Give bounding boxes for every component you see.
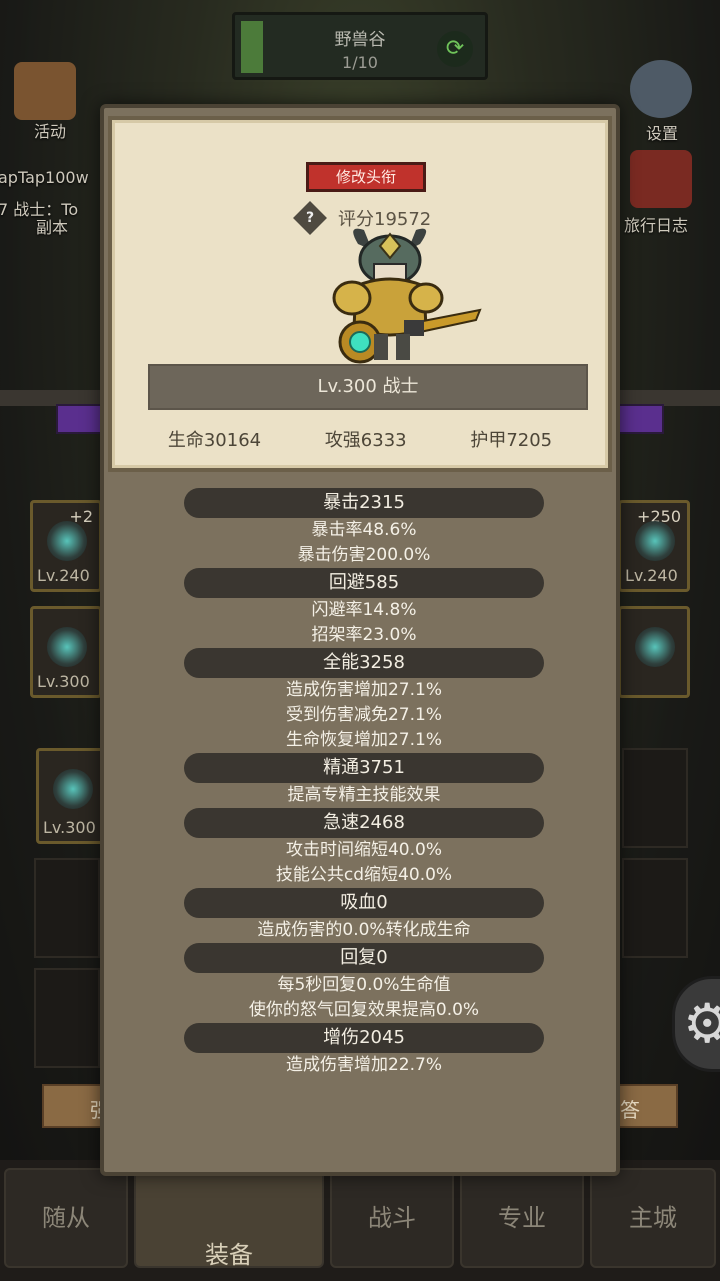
settings-icon[interactable] <box>630 60 692 118</box>
stat-header: 全能3258 <box>184 648 544 678</box>
equip-slot[interactable]: Lv.300 <box>36 748 108 844</box>
equip-slot[interactable]: Lv.300 <box>30 606 102 698</box>
slot-level: Lv.300 <box>37 672 90 691</box>
stat-header: 增伤2045 <box>184 1023 544 1053</box>
stone-icon <box>635 627 675 667</box>
stat-group-damage-bonus: 增伤2045 造成伤害增加22.7% <box>104 1023 624 1078</box>
stat-header: 精通3751 <box>184 753 544 783</box>
stat-line: 使你的怒气回复效果提高0.0% <box>248 1000 480 1020</box>
stat-line: 提高专精主技能效果 <box>287 785 441 805</box>
stat-group-versatility: 全能3258 造成伤害增加27.1% 受到伤害减免27.1% 生命恢复增加27.… <box>104 648 624 753</box>
stat-line: 每5秒回复0.0%生命值 <box>277 975 451 995</box>
tab-battle[interactable]: 战斗 <box>330 1168 454 1268</box>
side-text-1: apTap100w <box>0 168 89 187</box>
stat-line: 造成伤害增加27.1% <box>285 680 442 700</box>
tab-main-city[interactable]: 主城 <box>590 1168 716 1268</box>
stat-line: 技能公共cd缩短40.0% <box>275 865 453 885</box>
ring-icon <box>53 769 93 809</box>
base-stats: 生命30164 攻强6333 护甲7205 <box>112 426 608 452</box>
attack-stat: 攻强6333 <box>324 430 407 451</box>
warrior-portrait <box>332 228 482 364</box>
stat-header: 回复0 <box>184 943 544 973</box>
equip-slot[interactable]: +250 Lv.240 <box>618 500 690 592</box>
answer-button[interactable]: 答 <box>618 1084 678 1128</box>
stat-line: 造成伤害的0.0%转化成生命 <box>257 920 471 940</box>
slot-level: Lv.300 <box>43 818 96 837</box>
stat-header: 暴击2315 <box>184 488 544 518</box>
stat-group-regen: 回复0 每5秒回复0.0%生命值 使你的怒气回复效果提高0.0% <box>104 943 624 1023</box>
stat-line: 招架率23.0% <box>311 625 417 645</box>
stat-header: 回避585 <box>184 568 544 598</box>
stat-header: 急速2468 <box>184 808 544 838</box>
inventory-cell[interactable] <box>622 748 688 848</box>
stat-line: 攻击时间缩短40.0% <box>285 840 442 860</box>
inventory-cell[interactable] <box>34 968 100 1068</box>
stat-group-crit: 暴击2315 暴击率48.6% 暴击伤害200.0% <box>104 488 624 568</box>
refresh-icon[interactable]: ⟳ <box>437 31 473 67</box>
stats-list: 暴击2315 暴击率48.6% 暴击伤害200.0% 回避585 闪避率14.8… <box>104 488 624 1078</box>
stat-group-lifesteal: 吸血0 造成伤害的0.0%转化成生命 <box>104 888 624 943</box>
journal-label: 旅行日志 <box>624 216 689 235</box>
activity-icon[interactable] <box>14 62 76 120</box>
armor-stat: 护甲7205 <box>470 430 553 451</box>
hero-stats-modal: 修改头衔 ? 评分19572 Lv.300 战士 生命30164 攻强6333 … <box>100 104 620 1176</box>
tab-followers[interactable]: 随从 <box>4 1168 128 1268</box>
stat-line: 造成伤害增加22.7% <box>285 1055 442 1075</box>
dungeon-label: 副本 <box>36 218 69 237</box>
hero-name-bar: Lv.300 战士 <box>148 364 588 410</box>
hp-stat: 生命30164 <box>167 430 262 451</box>
inventory-cell[interactable] <box>34 858 100 958</box>
inventory-cell[interactable] <box>622 858 688 958</box>
stat-line: 闪避率14.8% <box>311 600 417 620</box>
hero-card: 修改头衔 ? 评分19572 Lv.300 战士 生命30164 攻强6333 … <box>108 116 612 472</box>
bottom-nav: 随从 装备 战斗 专业 主城 <box>0 1160 720 1281</box>
equip-slot[interactable]: +2 Lv.240 <box>30 500 102 592</box>
answer-label: 答 <box>620 1098 640 1122</box>
stat-line: 暴击伤害200.0% <box>297 545 431 565</box>
tab-profession[interactable]: 专业 <box>460 1168 584 1268</box>
slot-level: Lv.240 <box>625 566 678 585</box>
helmet-icon <box>47 521 87 561</box>
equip-slot[interactable] <box>618 606 690 698</box>
settings-label: 设置 <box>646 124 679 143</box>
edit-title-button[interactable]: 修改头衔 <box>306 162 426 192</box>
journal-icon[interactable] <box>630 150 692 208</box>
stat-header: 吸血0 <box>184 888 544 918</box>
stat-group-mastery: 精通3751 提高专精主技能效果 <box>104 753 624 808</box>
stat-line: 暴击率48.6% <box>311 520 417 540</box>
enhance-button[interactable]: 强 <box>42 1084 110 1128</box>
stat-group-avoid: 回避585 闪避率14.8% 招架率23.0% <box>104 568 624 648</box>
orb-icon <box>47 627 87 667</box>
stat-line: 生命恢复增加27.1% <box>285 730 442 750</box>
stat-line: 受到伤害减免27.1% <box>285 705 442 725</box>
activity-label: 活动 <box>34 122 67 141</box>
level-box[interactable]: 野兽谷 1/10 ⟳ <box>232 12 488 80</box>
shoulder-icon <box>635 521 675 561</box>
slot-level: Lv.240 <box>37 566 90 585</box>
stat-group-haste: 急速2468 攻击时间缩短40.0% 技能公共cd缩短40.0% <box>104 808 624 888</box>
tab-equipment[interactable]: 装备 <box>134 1168 324 1269</box>
